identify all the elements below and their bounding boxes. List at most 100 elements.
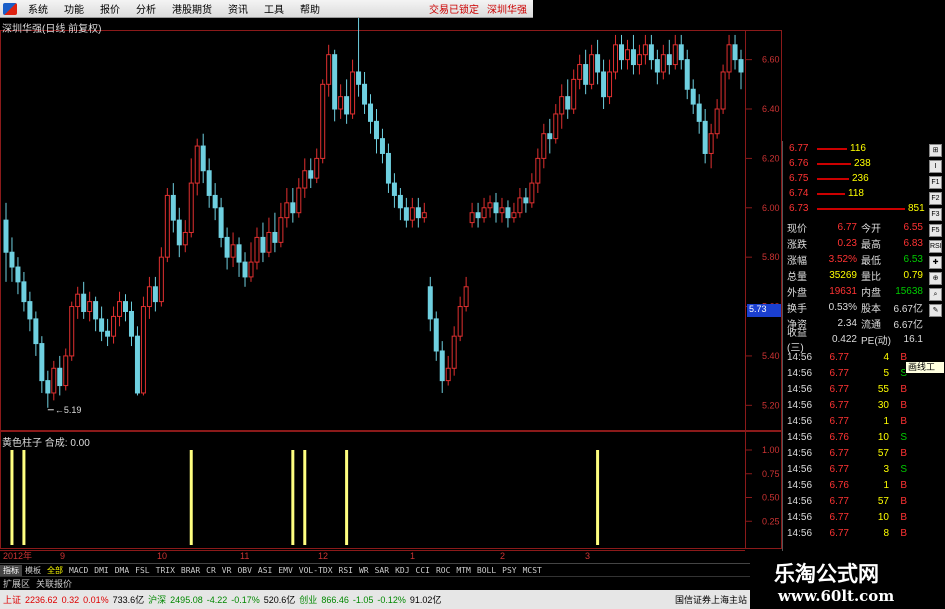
idx3-name: 创业 [299,595,318,605]
tick-row: 14:56 6.77 30 B [785,397,927,413]
tab-rsi[interactable]: RSI [336,566,356,575]
tab-obv[interactable]: OBV [234,566,254,575]
candle-body [338,96,344,110]
idx3-value: 866.46 [321,594,349,605]
tab-dmi[interactable]: DMI [91,566,111,575]
candle-body [188,182,194,233]
toolbar-button-5-icon[interactable]: F5 [929,224,942,237]
tab-asi[interactable]: ASI [255,566,275,575]
indicator-bar [189,450,193,545]
candle-body [176,219,182,246]
price-tick-label: 5.80 [762,252,780,262]
menu-news[interactable]: 资讯 [220,1,256,16]
tab-mtm[interactable]: MTM [453,566,473,575]
menu-help[interactable]: 帮助 [292,1,328,16]
candle-body [81,293,87,312]
price-tick-label: 5.40 [762,351,780,361]
candle-body [9,251,15,268]
toolbar-button-6-icon[interactable]: RSI [929,240,942,253]
status-bar: 上证 2236.62 0.32 0.01% 733.6亿 沪深 2495.08 … [0,590,750,609]
tab-emv[interactable]: EMV [275,566,295,575]
candle-body [123,301,129,312]
stat-value: 16.1 [903,333,923,345]
order-book-row: 6.75 236 [785,171,927,186]
menu-hk-futures[interactable]: 港股期货 [164,1,220,16]
tab-related-quote[interactable]: 关联报价 [33,577,75,589]
tab-extension-area[interactable]: 扩展区 [0,577,33,589]
indicator-pane-border [0,431,782,549]
toolbar-button-0-icon[interactable]: ⊞ [929,144,942,157]
indicator-bar [596,450,600,545]
toolbar-button-4-icon[interactable]: F3 [929,208,942,221]
tick-time: 14:56 [787,511,813,523]
tick-row: 14:56 6.77 57 B [785,493,927,509]
x-axis-label: 11 [240,551,249,561]
tab-wr[interactable]: WR [356,566,372,575]
toolbar-button-9-icon[interactable]: ⌕ [929,288,942,301]
candle-body [373,120,379,140]
tick-price: 6.76 [829,479,849,491]
tab-cci[interactable]: CCI [413,566,433,575]
idx3-pct: -0.12% [377,594,406,605]
candle-body [57,367,63,387]
tab-模板[interactable]: 模板 [22,565,44,576]
candle-body [624,49,630,61]
tab-fsl[interactable]: FSL [132,566,152,575]
toolbar-button-2-icon[interactable]: F1 [929,176,942,189]
tick-price: 6.77 [829,367,849,379]
menu-function[interactable]: 功能 [56,1,92,16]
menu-system[interactable]: 系统 [20,1,56,16]
tab-指标[interactable]: 指标 [0,564,22,576]
order-volume-bar [817,162,851,165]
stock-name-link[interactable]: 深圳华强 [487,1,527,16]
tick-side: S [900,463,907,475]
toolbar-button-1-icon[interactable]: Ⅰ [929,160,942,173]
tab-psy[interactable]: PSY [499,566,519,575]
tab-boll[interactable]: BOLL [474,566,499,575]
tab-vr[interactable]: VR [219,566,235,575]
tick-row: 14:56 6.77 1 B [785,413,927,429]
tick-row: 14:56 6.77 10 B [785,509,927,525]
tick-time: 14:56 [787,351,813,363]
x-axis-label: 9 [60,551,65,561]
tab-trix[interactable]: TRIX [153,566,178,575]
toolbar-button-10-icon[interactable]: ✎ [929,304,942,317]
candle-body [128,310,134,337]
tab-mcst[interactable]: MCST [520,566,545,575]
app-logo-icon [3,2,17,15]
tab-kdj[interactable]: KDJ [392,566,412,575]
indicator-tick-label: 1.00 [762,445,780,455]
stat-row: 外盘 19631 内盘 15638 [785,283,927,299]
candle-body [350,71,356,115]
candle-body [164,194,170,258]
tab-全部[interactable]: 全部 [44,565,66,576]
menu-analysis[interactable]: 分析 [128,1,164,16]
tab-macd[interactable]: MACD [66,566,91,575]
tick-volume: 57 [877,447,889,459]
candle-body [368,103,374,122]
toolbar-button-8-icon[interactable]: ⊕ [929,272,942,285]
candle-body [636,54,642,66]
menu-quote[interactable]: 报价 [92,1,128,16]
candle-body [379,138,385,154]
tick-side: B [900,527,907,539]
toolbar-button-3-icon[interactable]: F2 [929,192,942,205]
menu-tools[interactable]: 工具 [256,1,292,16]
tab-dma[interactable]: DMA [112,566,132,575]
candle-body [218,207,224,238]
toolbar-button-7-icon[interactable]: ✚ [929,256,942,269]
tab-sar[interactable]: SAR [372,566,392,575]
chart-title: 深圳华强(日线 前复权) [2,24,102,35]
trade-lock-status[interactable]: 交易已锁定 [429,1,479,16]
candle-body [105,330,111,337]
tab-cr[interactable]: CR [203,566,219,575]
tab-roc[interactable]: ROC [433,566,453,575]
idx3-change: -1.05 [352,594,374,605]
candle-body [678,44,684,61]
tab-brar[interactable]: BRAR [178,566,203,575]
tab-vol-tdx[interactable]: VOL-TDX [296,566,336,575]
candle-body [117,301,123,317]
candle-body [708,133,714,154]
stat-label: 最高 [861,239,881,251]
stat-row: 总量 35269 量比 0.79 [785,267,927,283]
